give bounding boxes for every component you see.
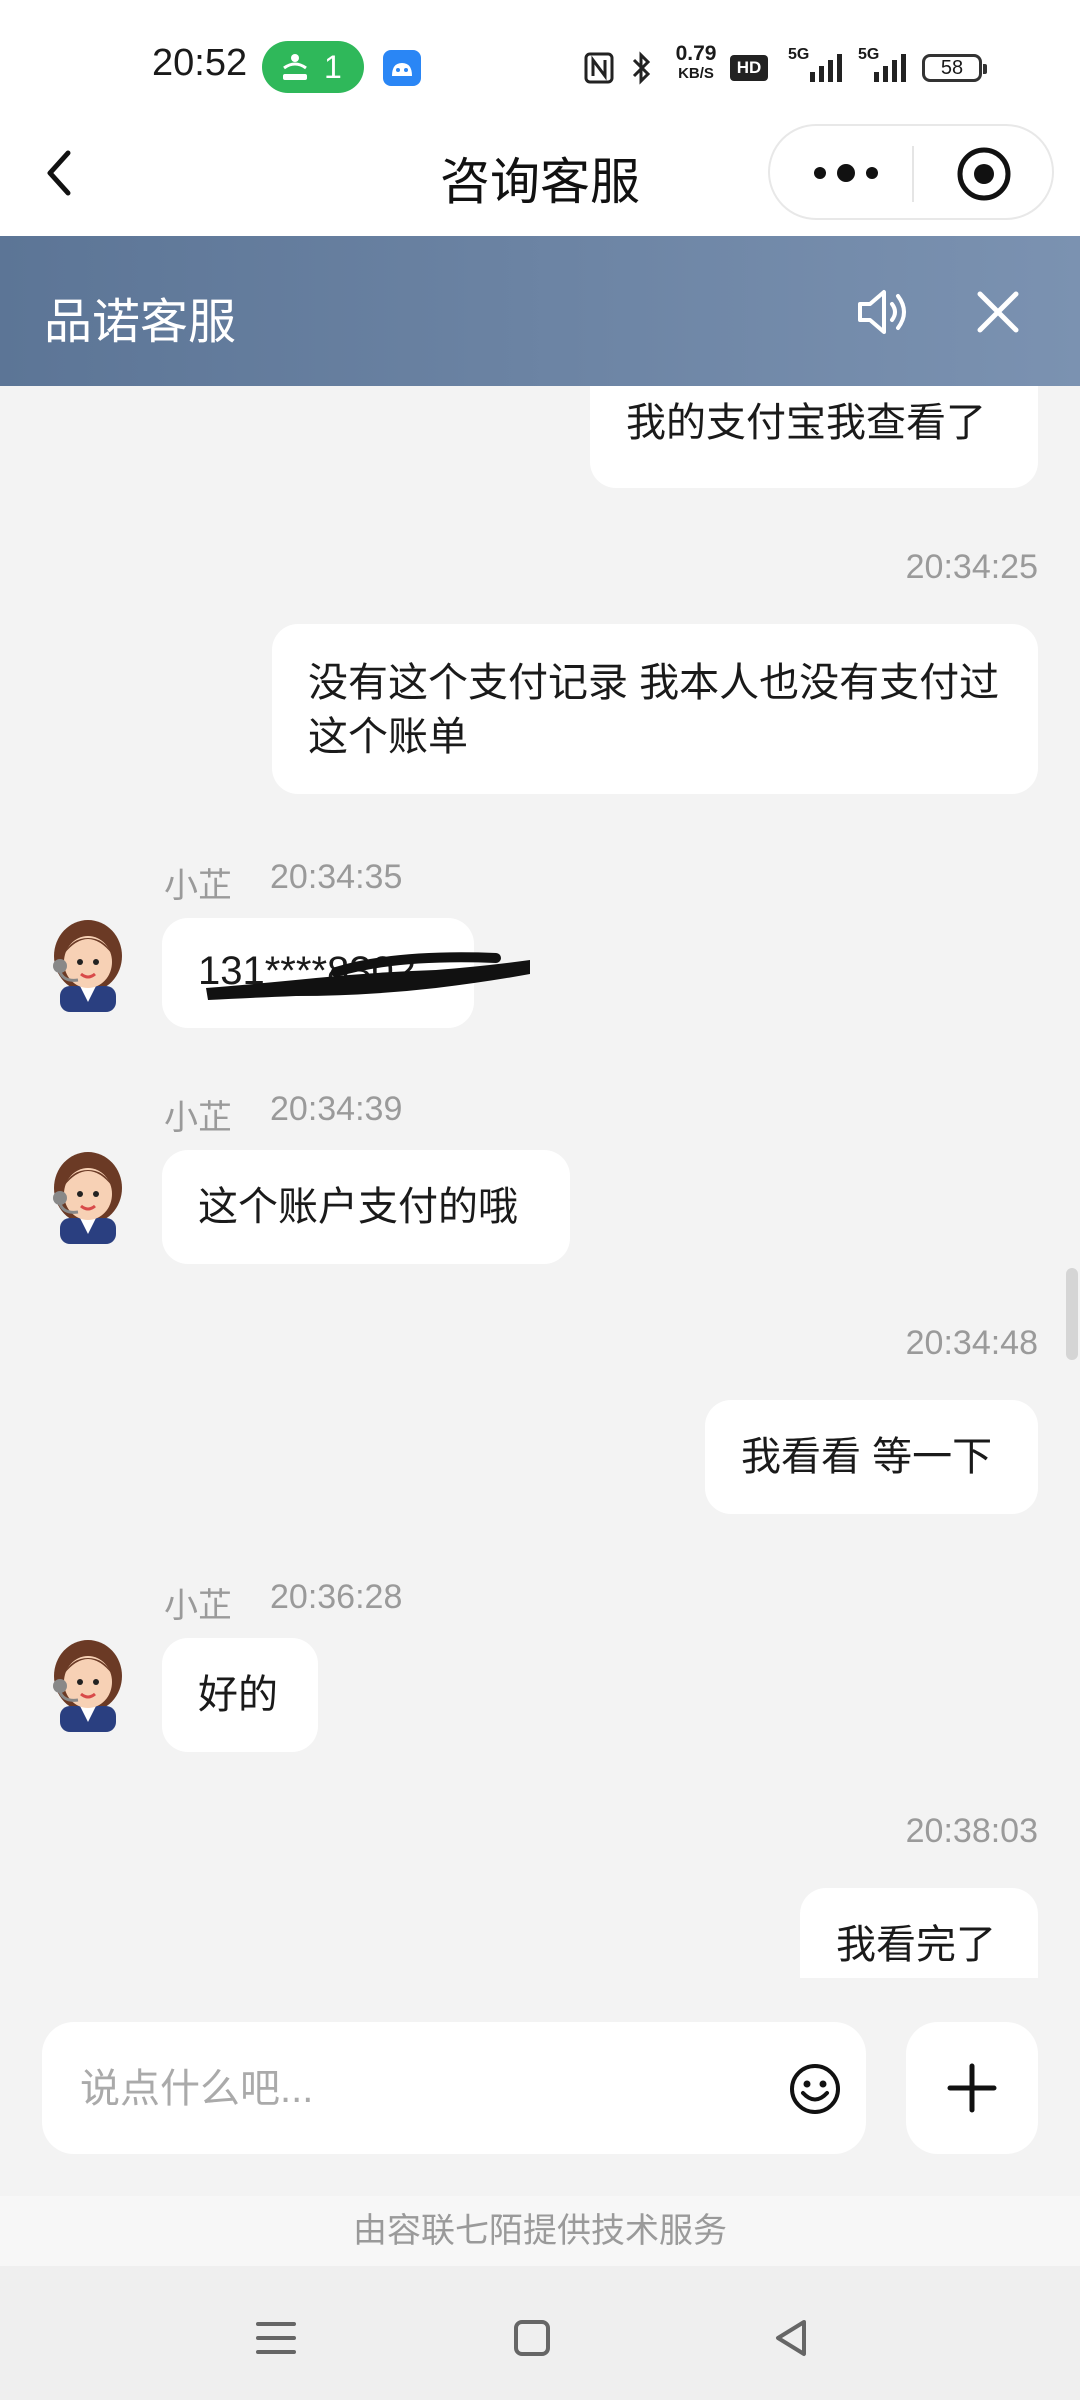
add-attachment-button[interactable] xyxy=(906,2022,1038,2154)
speaker-icon[interactable] xyxy=(852,280,916,344)
message-timestamp: 20:36:28 xyxy=(270,1578,403,1616)
message-timestamp: 20:34:39 xyxy=(270,1090,403,1128)
more-options-icon[interactable] xyxy=(806,148,886,198)
message-timestamp: 20:38:03 xyxy=(905,1812,1038,1850)
title-bar: 咨询客服 xyxy=(0,118,1080,236)
message-text: 没有这个支付记录 我本人也没有支付过这个账单 xyxy=(308,661,1000,759)
user-message-bubble: 我看看 等一下 xyxy=(705,1400,1038,1514)
agent-message-bubble: 这个账户支付的哦 xyxy=(162,1150,570,1264)
message-text: 好的 xyxy=(198,1673,278,1717)
message-input[interactable] xyxy=(78,2058,762,2120)
miniprogram-capsule xyxy=(768,124,1054,220)
hd-voice-icon: HD xyxy=(730,55,768,81)
agent-avatar xyxy=(53,920,122,1012)
emoji-icon[interactable] xyxy=(788,2062,842,2116)
nfc-icon xyxy=(584,52,614,84)
service-title: 品诺客服 xyxy=(44,296,237,349)
close-icon[interactable] xyxy=(968,282,1028,342)
message-timestamp: 20:34:35 xyxy=(270,858,403,896)
chat-area[interactable]: 我的支付宝我查看了 20:34:25 没有这个支付记录 我本人也没有支付过这个账… xyxy=(0,386,1080,1978)
agent-name: 小芷 xyxy=(164,1099,232,1137)
powered-by-footer: 由容联七陌提供技术服务 xyxy=(0,2196,1080,2266)
status-time: 20:52 xyxy=(152,42,248,84)
message-timestamp: 20:34:25 xyxy=(905,548,1038,586)
agent-avatar xyxy=(53,1152,122,1244)
redaction-scribble xyxy=(206,952,530,1000)
android-app-icon xyxy=(383,50,421,86)
message-text: 我的支付宝我查看了 xyxy=(626,401,986,445)
agent-message-bubble: 好的 xyxy=(162,1638,318,1752)
chat-scrollbar[interactable] xyxy=(1066,1268,1078,1360)
signal-icon-2 xyxy=(874,54,906,82)
agent-avatar xyxy=(53,1640,122,1732)
message-timestamp: 20:34:48 xyxy=(905,1324,1038,1362)
status-bar: 20:52 1 0.79 KB/S HD 5G 5G 58 xyxy=(0,0,1080,118)
user-message-bubble: 没有这个支付记录 我本人也没有支付过这个账单 xyxy=(272,624,1038,794)
message-text: 这个账户支付的哦 xyxy=(198,1185,518,1229)
hotspot-count: 1 xyxy=(324,49,342,85)
message-input-container xyxy=(42,2022,866,2154)
network-speed: 0.79 KB/S xyxy=(675,42,717,82)
user-message-bubble: 我看完了 xyxy=(800,1888,1038,1978)
home-icon[interactable] xyxy=(502,2308,562,2368)
battery-icon: 58 xyxy=(922,54,987,82)
capsule-divider xyxy=(912,146,914,202)
agent-name: 小芷 xyxy=(164,867,232,905)
hotspot-icon xyxy=(283,54,307,80)
hotspot-indicator: 1 xyxy=(262,41,364,93)
message-text: 我看看 等一下 xyxy=(741,1435,993,1479)
agent-name: 小芷 xyxy=(164,1587,232,1625)
bluetooth-icon xyxy=(632,51,651,85)
service-header: 品诺客服 xyxy=(0,236,1080,386)
menu-icon[interactable] xyxy=(246,2308,306,2368)
message-text: 我看完了 xyxy=(836,1923,996,1967)
close-miniprogram-icon[interactable] xyxy=(954,144,1014,204)
user-message-bubble: 我的支付宝我查看了 xyxy=(590,386,1038,488)
plus-icon xyxy=(947,2063,997,2113)
signal-label-1: 5G xyxy=(788,46,810,63)
signal-icon xyxy=(810,54,842,82)
system-navigation-bar xyxy=(0,2266,1080,2400)
back-icon[interactable] xyxy=(762,2308,822,2368)
